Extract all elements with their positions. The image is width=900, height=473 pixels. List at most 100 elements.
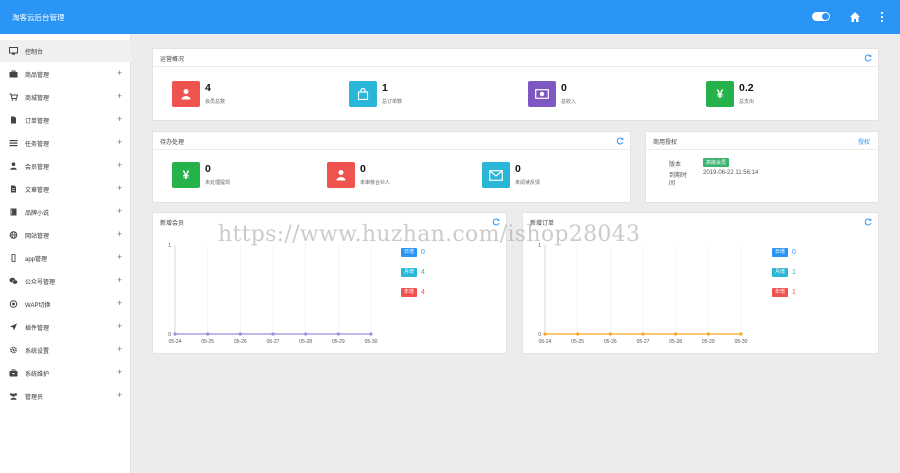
expand-plus-icon[interactable]: + (117, 137, 122, 147)
expand-plus-icon[interactable]: + (117, 344, 122, 354)
expand-plus-icon[interactable]: + (117, 298, 122, 308)
user-icon (10, 162, 17, 170)
expand-plus-icon[interactable]: + (117, 206, 122, 216)
sidebar-item-members[interactable]: 会员管理 + (0, 155, 131, 177)
y-tick-label: 0 (538, 332, 541, 338)
data-point (576, 332, 580, 336)
bag-icon (9, 70, 18, 78)
expand-plus-icon[interactable]: + (117, 91, 122, 101)
data-point (739, 332, 743, 336)
sidebar-item-label: WAP切换 (25, 303, 51, 309)
x-tick-label: 05-29 (702, 339, 715, 345)
sidebar-item-website[interactable]: 网站管理 + (0, 224, 131, 246)
refresh-icon[interactable] (864, 54, 872, 62)
stat-value: 0.2 (739, 82, 754, 94)
authorize-link[interactable]: 授权 (858, 137, 870, 146)
panel-header: 商用授权 授权 (646, 132, 878, 150)
x-tick-label: 05-27 (637, 339, 650, 345)
expand-plus-icon[interactable]: + (117, 183, 122, 193)
data-point (336, 332, 340, 336)
legend-tag: 月增 (772, 268, 789, 277)
sidebar-item-label: 公众号管理 (25, 280, 56, 286)
version-label: 版本 (669, 162, 682, 168)
sidebar-item-label: 网站管理 (25, 234, 50, 240)
wechat-icon (9, 277, 18, 285)
sidebar-item-products[interactable]: 商品管理 + (0, 63, 131, 85)
sidebar-item-tasks[interactable]: 任务管理 + (0, 132, 131, 154)
sidebar-item-wechat[interactable]: 公众号管理 + (0, 270, 131, 292)
data-point (271, 332, 275, 336)
refresh-icon[interactable] (492, 218, 500, 226)
mail-icon (482, 162, 510, 188)
panel-title: 商用授权 (653, 140, 678, 146)
sidebar-item-label: 管理员 (25, 395, 44, 401)
sidebar-item-label: 控制台 (25, 50, 44, 56)
overview-panel: 运营概况 4 会员总数 1 总订单数 0 总收入 ¥ 0.2 总支出 (152, 48, 879, 121)
refresh-icon[interactable] (864, 218, 872, 226)
wap-icon (9, 300, 18, 308)
x-tick-label: 05-25 (201, 339, 214, 345)
sidebar-item-dashboard[interactable]: 控制台 (0, 40, 131, 62)
x-tick-label: 05-27 (267, 339, 280, 345)
x-tick-label: 05-24 (539, 339, 552, 345)
toolbox-icon (9, 369, 18, 377)
stat-value: 0 (360, 163, 366, 175)
expand-plus-icon[interactable]: + (117, 321, 122, 331)
legend-tag: 日增 (772, 248, 789, 257)
legend-tag: 年增 (772, 288, 789, 297)
stat-value: 0 (205, 163, 211, 175)
sidebar-item-label: 任务管理 (25, 142, 50, 148)
data-point (206, 332, 210, 336)
sidebar-item-novels[interactable]: 品牌小说 + (0, 201, 131, 223)
y-tick-label: 1 (168, 243, 171, 249)
legend-value: 0 (421, 249, 425, 256)
sidebar-item-app[interactable]: app管理 + (0, 247, 131, 269)
home-icon[interactable] (849, 11, 861, 23)
data-point (543, 332, 547, 336)
globe-icon (9, 231, 18, 239)
sidebar-item-plugins[interactable]: 插件管理 + (0, 316, 131, 338)
y-tick-label: 1 (538, 243, 541, 249)
data-point (608, 332, 612, 336)
sidebar-item-wap[interactable]: WAP切换 + (0, 293, 131, 315)
legend-value: 1 (792, 269, 796, 276)
expand-plus-icon[interactable]: + (117, 68, 122, 78)
sidebar-item-label: 插件管理 (25, 326, 50, 332)
expand-plus-icon[interactable]: + (117, 252, 122, 262)
more-vertical-icon[interactable] (878, 11, 886, 23)
sidebar-item-label: 商城管理 (25, 96, 50, 102)
sidebar-item-settings[interactable]: 系统设置 + (0, 339, 131, 361)
legend-value: 4 (421, 289, 425, 296)
cart-icon (9, 93, 18, 101)
sidebar-item-mall[interactable]: 商城管理 + (0, 86, 131, 108)
expand-plus-icon[interactable]: + (117, 114, 122, 124)
sidebar-item-articles[interactable]: 文章管理 + (0, 178, 131, 200)
expand-plus-icon[interactable]: + (117, 275, 122, 285)
theme-toggle[interactable] (812, 12, 830, 21)
sidebar-item-orders[interactable]: 订单管理 + (0, 109, 131, 131)
pending-panel: 待办处理 ¥ 0 未处理提现 0 未审核合伙人 0 未阅读反馈 (152, 131, 631, 203)
stat-value: 0 (515, 163, 521, 175)
sidebar-item-admins[interactable]: 管理员 + (0, 385, 131, 407)
x-tick-label: 05-25 (571, 339, 584, 345)
user-icon (327, 162, 355, 188)
legend-value: 4 (421, 269, 425, 276)
sidebar-item-label: app管理 (25, 257, 48, 263)
stat-label: 未处理提现 (205, 180, 231, 186)
new-orders-chart: 0 1 05-24 05-25 05-26 05-27 05-28 05-29 05-30 (538, 243, 747, 345)
x-tick-label: 05-26 (604, 339, 617, 345)
expand-plus-icon[interactable]: + (117, 229, 122, 239)
expand-plus-icon[interactable]: + (117, 160, 122, 170)
expire-value: 2019-06-22 11:56:14 (703, 170, 759, 176)
sidebar-item-maintenance[interactable]: 系统维护 + (0, 362, 131, 384)
sidebar-item-label: 文章管理 (25, 188, 50, 194)
expand-plus-icon[interactable]: + (117, 390, 122, 400)
sidebar-item-label: 商品管理 (25, 73, 50, 79)
doc-icon (11, 185, 16, 193)
list-icon (9, 140, 18, 147)
money-icon (528, 81, 556, 107)
x-tick-label: 05-29 (332, 339, 345, 345)
expand-plus-icon[interactable]: + (117, 367, 122, 377)
refresh-icon[interactable] (616, 137, 624, 145)
top-header: 淘客云后台管理 (0, 0, 900, 34)
